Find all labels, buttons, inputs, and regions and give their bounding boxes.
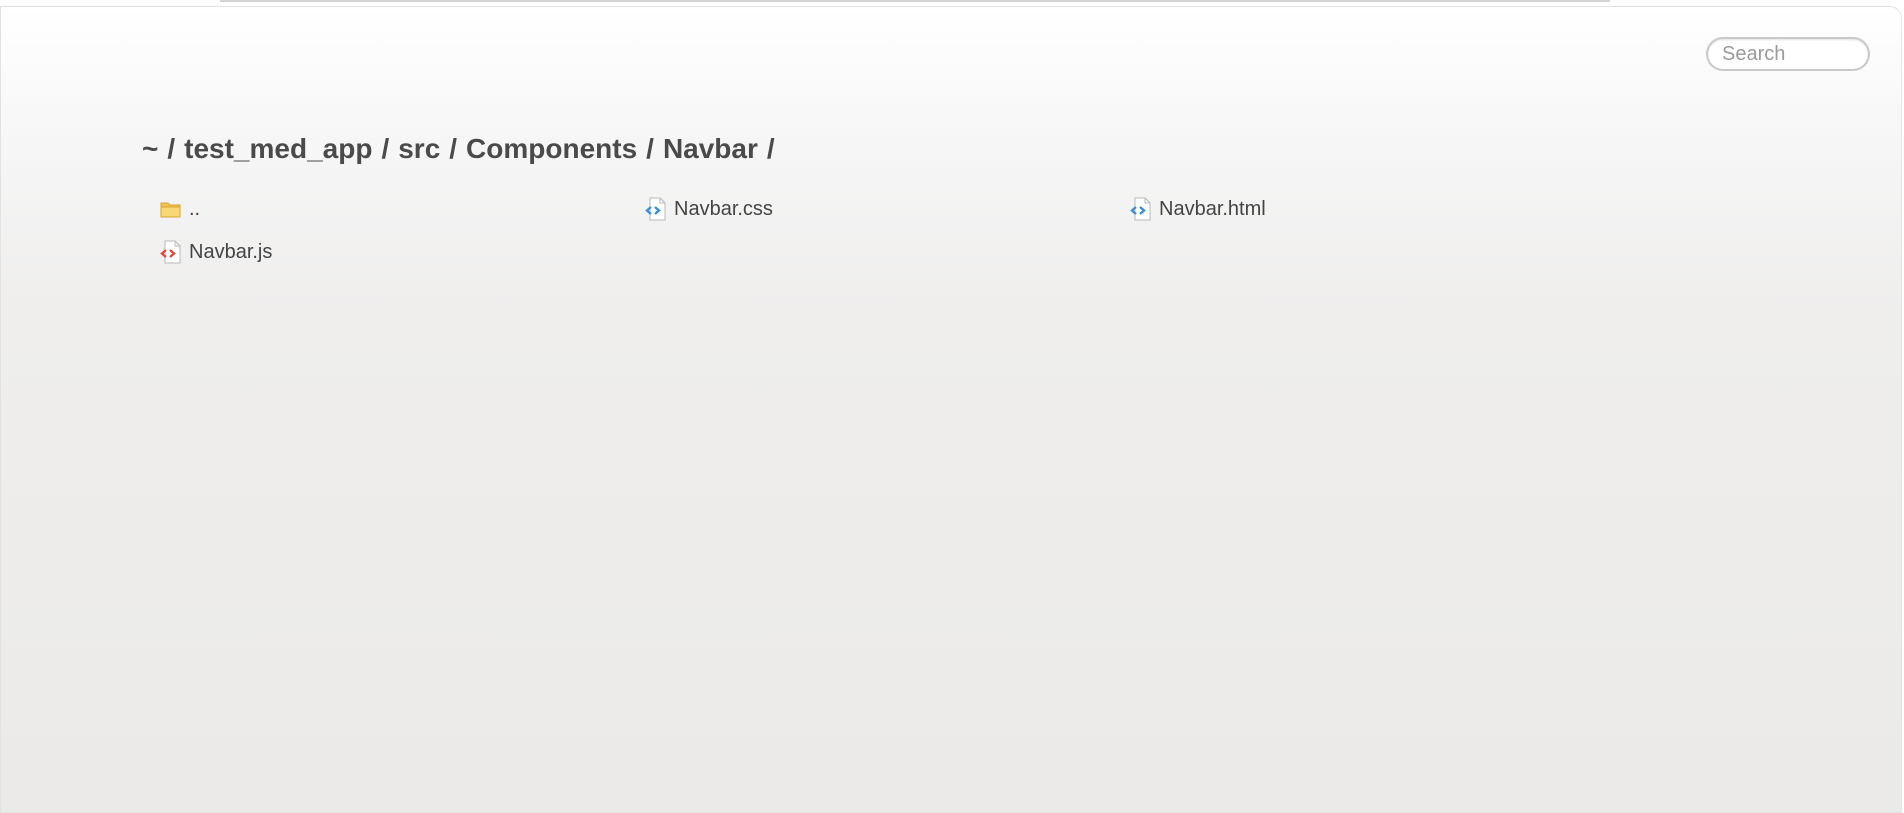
breadcrumb-separator: / [766, 133, 775, 164]
file-name: Navbar.js [189, 240, 273, 263]
search-input[interactable] [1706, 37, 1870, 71]
file-name: Navbar.html [1159, 197, 1266, 220]
breadcrumb-separator: / [167, 133, 176, 164]
code-file-icon [643, 196, 669, 222]
folder-icon [158, 196, 184, 222]
code-file-icon [158, 239, 184, 265]
breadcrumb: ~ / test_med_app / src / Components / Na… [142, 129, 784, 169]
file-item-parent-folder[interactable]: .. [158, 190, 643, 228]
breadcrumb-components[interactable]: Components [466, 133, 637, 165]
breadcrumb-separator: / [381, 133, 390, 164]
file-name: .. [189, 197, 201, 220]
file-name: Navbar.css [674, 197, 773, 220]
code-file-icon [1128, 196, 1154, 222]
file-item-navbar-html[interactable]: Navbar.html [1128, 190, 1613, 228]
file-list: .. Navbar.css Navbar.html Navbar.js [158, 190, 1613, 276]
breadcrumb-separator: / [646, 133, 654, 164]
breadcrumb-src[interactable]: src [398, 133, 440, 165]
breadcrumb-navbar[interactable]: Navbar [663, 133, 758, 165]
file-item-navbar-css[interactable]: Navbar.css [643, 190, 1128, 228]
breadcrumb-separator: / [449, 133, 458, 164]
file-browser-panel: ~ / test_med_app / src / Components / Na… [0, 6, 1902, 813]
breadcrumb-test-med-app[interactable]: test_med_app [184, 133, 372, 165]
top-scroll-strip [220, 0, 1610, 2]
breadcrumb-home[interactable]: ~ [142, 133, 158, 165]
file-item-navbar-js[interactable]: Navbar.js [158, 233, 643, 271]
